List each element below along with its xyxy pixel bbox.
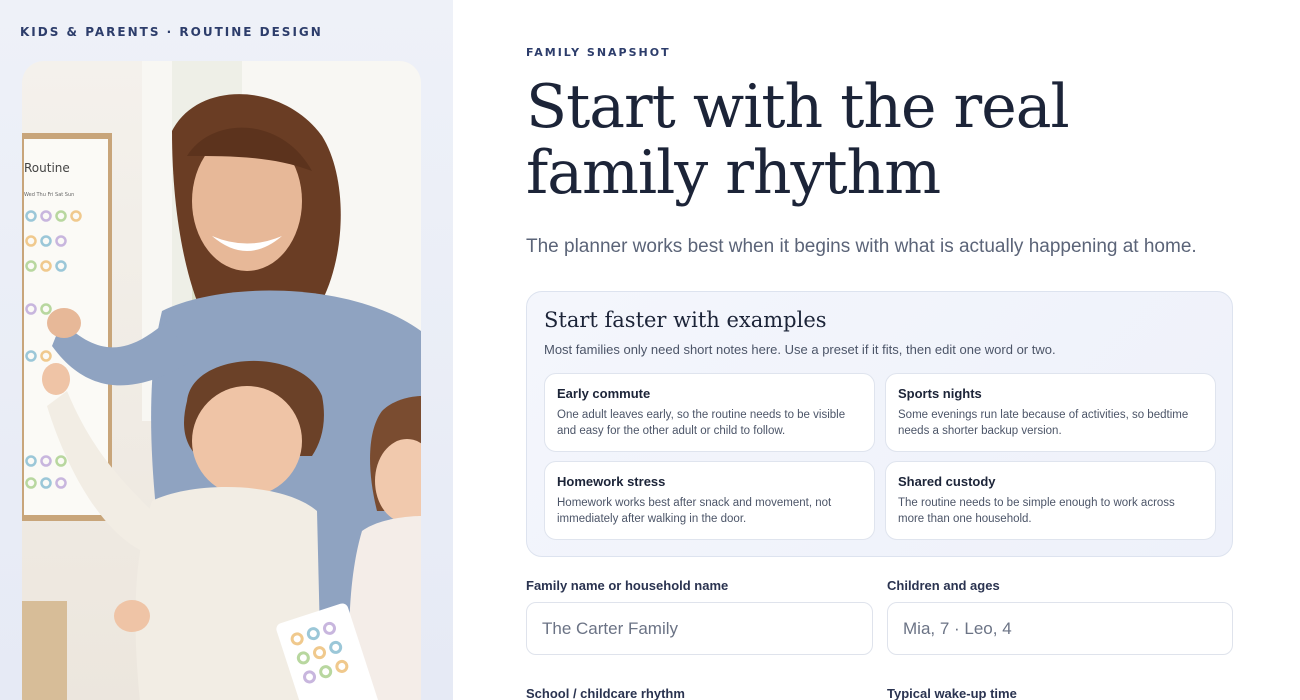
preset-card-title: Early commute [557, 386, 651, 401]
page-title: Start with the real family rhythm [526, 72, 1070, 208]
routine-chart-label: Routine [24, 161, 70, 175]
school-rhythm-label: School / childcare rhythm [526, 686, 685, 700]
left-eyebrow: KIDS & PARENTS · ROUTINE DESIGN [20, 25, 323, 39]
preset-card-description: Homework works best after snack and move… [557, 497, 832, 525]
preset-card-description: Some evenings run late because of activi… [898, 409, 1189, 437]
preset-card-shared-custody[interactable]: Shared custody The routine needs to be s… [885, 461, 1216, 540]
left-panel: KIDS & PARENTS · ROUTINE DESIGN Routine … [0, 0, 453, 700]
family-photo: Routine Wed Thu Fri Sat Sun [22, 61, 421, 700]
wakeup-time-label: Typical wake-up time [887, 686, 1017, 700]
preset-card-description: The routine needs to be simple enough to… [898, 497, 1175, 525]
section-eyebrow: FAMILY SNAPSHOT [526, 46, 671, 59]
preset-card-early-commute[interactable]: Early commute One adult leaves early, so… [544, 373, 875, 452]
preset-card-title: Shared custody [898, 474, 996, 489]
preset-card-title: Homework stress [557, 474, 666, 489]
routine-chart-days: Wed Thu Fri Sat Sun [24, 192, 74, 198]
preset-card-sports-nights[interactable]: Sports nights Some evenings run late bec… [885, 373, 1216, 452]
preset-card-title: Sports nights [898, 386, 982, 401]
examples-description: Most families only need short notes here… [544, 342, 1056, 357]
children-ages-input[interactable]: Mia, 7 · Leo, 4 [887, 602, 1233, 655]
family-illustration: Routine Wed Thu Fri Sat Sun [22, 61, 421, 700]
page-subtitle: The planner works best when it begins wi… [526, 236, 1197, 257]
examples-title: Start faster with examples [544, 308, 827, 332]
preset-card-homework-stress[interactable]: Homework stress Homework works best afte… [544, 461, 875, 540]
examples-panel: Start faster with examples Most families… [526, 291, 1233, 557]
children-ages-label: Children and ages [887, 578, 1000, 593]
family-name-input[interactable]: The Carter Family [526, 602, 873, 655]
preset-card-description: One adult leaves early, so the routine n… [557, 409, 846, 437]
family-name-label: Family name or household name [526, 578, 729, 593]
